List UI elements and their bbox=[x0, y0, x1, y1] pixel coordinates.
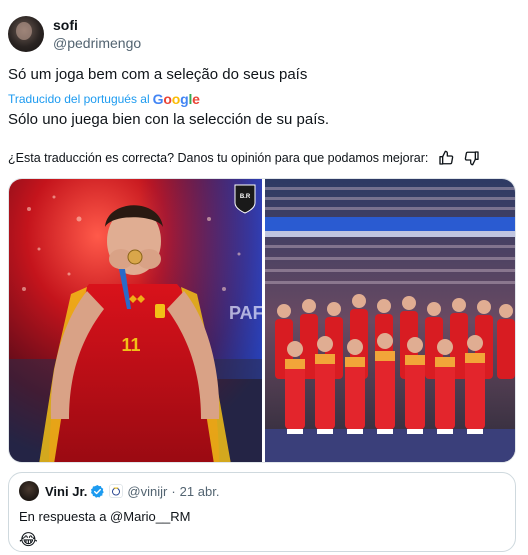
tweet-media[interactable]: PAF B.R 11 bbox=[8, 178, 516, 463]
author-name[interactable]: sofi bbox=[53, 16, 141, 34]
badge-text: B.R bbox=[240, 194, 251, 200]
quoted-timestamp[interactable]: 21 abr. bbox=[180, 484, 220, 499]
quoted-tweet[interactable]: Vini Jr. @vinijr · 21 abr. En respuesta … bbox=[8, 472, 516, 552]
author-handle[interactable]: @pedrimengo bbox=[53, 34, 141, 52]
quoted-header: Vini Jr. @vinijr · 21 abr. bbox=[19, 481, 505, 501]
club-affiliation-icon[interactable] bbox=[109, 484, 124, 498]
player-photo[interactable]: PAF B.R 11 bbox=[9, 179, 262, 462]
verified-badge-icon bbox=[90, 484, 105, 499]
overlay-text: PAF bbox=[229, 303, 262, 323]
translated-text: Sólo uno juega bien con la selección de … bbox=[8, 111, 330, 128]
tweet-header: sofi @pedrimengo bbox=[8, 14, 141, 54]
team-photo[interactable] bbox=[265, 179, 515, 462]
time-separator: · bbox=[171, 483, 176, 499]
quoted-name[interactable]: Vini Jr. bbox=[45, 484, 87, 499]
quoted-text-emoji: 😂 bbox=[19, 532, 38, 549]
tweet-text: Só um joga bem com a seleção do seus paí… bbox=[8, 66, 308, 83]
jersey-number: 11 bbox=[121, 335, 140, 355]
club-badge: B.R bbox=[234, 184, 256, 214]
author-names: sofi @pedrimengo bbox=[53, 16, 141, 52]
google-logo: Google bbox=[152, 91, 200, 107]
author-avatar[interactable] bbox=[8, 16, 44, 52]
thumbs-down-icon[interactable] bbox=[464, 150, 480, 166]
translation-feedback: ¿Esta traducción es correcta? Danos tu o… bbox=[8, 150, 480, 166]
feedback-question: ¿Esta traducción es correcta? Danos tu o… bbox=[8, 151, 429, 165]
translation-attribution: Traducido del portugués al Google bbox=[8, 91, 200, 107]
reply-context: En respuesta a @Mario__RM bbox=[19, 509, 191, 524]
quoted-avatar[interactable] bbox=[19, 481, 39, 501]
translated-from-label: Traducido del portugués al bbox=[8, 92, 150, 106]
quoted-handle[interactable]: @vinijr bbox=[127, 484, 167, 499]
thumbs-up-icon[interactable] bbox=[438, 150, 454, 166]
